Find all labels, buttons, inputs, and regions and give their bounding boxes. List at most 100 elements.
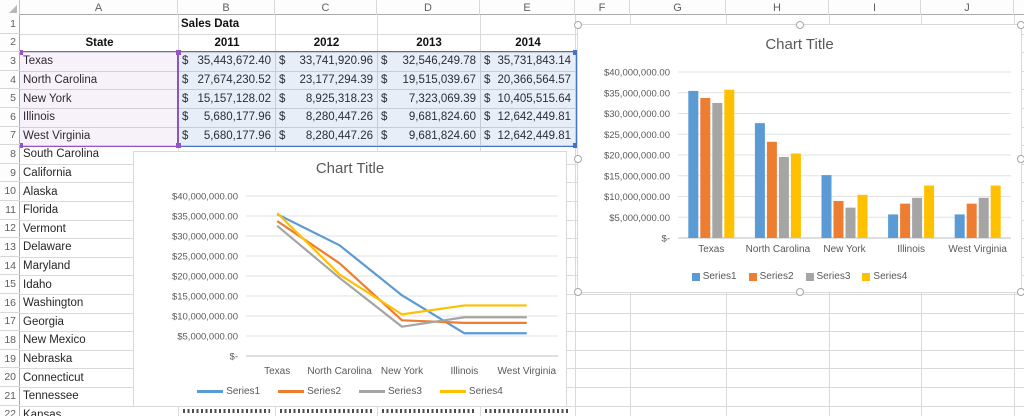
legend-swatch	[440, 390, 466, 393]
cell-E2[interactable]: 2014	[480, 34, 576, 53]
chart-resize-handle[interactable]	[1017, 288, 1024, 296]
line-chart[interactable]: Chart Title $-$5,000,000.00$10,000,000.0…	[133, 151, 567, 407]
x-category-label: New York	[823, 244, 866, 255]
bar-Series4-North Carolina[interactable]	[791, 153, 801, 238]
bar-Series2-New York[interactable]	[834, 201, 844, 238]
cell-C2[interactable]: 2012	[275, 34, 378, 53]
row-header-7[interactable]: 7	[0, 127, 20, 146]
legend-item-Series2[interactable]: Series2	[749, 271, 794, 282]
chart-title[interactable]: Chart Title	[134, 160, 566, 177]
chart-resize-handle[interactable]	[796, 21, 804, 29]
bar-chart[interactable]: Chart Title $-$5,000,000.00$10,000,000.0…	[577, 24, 1022, 293]
bar-Series1-Texas[interactable]	[688, 91, 698, 238]
value-range-highlight	[177, 51, 577, 147]
row-header-21[interactable]: 21	[0, 387, 20, 406]
legend-item-Series1[interactable]: Series1	[692, 271, 737, 282]
bar-Series1-North Carolina[interactable]	[755, 123, 765, 238]
legend-item-Series4[interactable]: Series4	[862, 271, 907, 282]
bar-Series3-Illinois[interactable]	[912, 198, 922, 238]
y-tick-label: $25,000,000.00	[172, 252, 238, 263]
legend-label: Series3	[817, 271, 851, 282]
chart-resize-handle[interactable]	[574, 21, 582, 29]
bar-Series4-Texas[interactable]	[724, 90, 734, 238]
column-header-J[interactable]: J	[921, 0, 1014, 15]
cell-A2[interactable]: State	[20, 34, 179, 53]
bar-Series1-West Virginia[interactable]	[955, 214, 965, 238]
row-header-12[interactable]: 12	[0, 220, 20, 239]
series-line-Series4[interactable]	[277, 213, 527, 314]
legend-swatch	[806, 273, 814, 281]
row-header-8[interactable]: 8	[0, 145, 20, 164]
row-header-22[interactable]: 22	[0, 406, 20, 416]
legend-item-Series3[interactable]: Series3	[806, 271, 851, 282]
row-header-16[interactable]: 16	[0, 294, 20, 313]
legend-item-Series4[interactable]: Series4	[440, 386, 503, 397]
column-header-B[interactable]: B	[178, 0, 275, 15]
select-all-button[interactable]	[0, 0, 20, 15]
x-category-label: Texas	[264, 366, 290, 377]
bar-Series1-New York[interactable]	[822, 175, 832, 238]
column-header-G[interactable]: G	[630, 0, 726, 15]
row-header-5[interactable]: 5	[0, 89, 20, 108]
bar-Series3-Texas[interactable]	[712, 103, 722, 238]
y-tick-label: $-	[662, 234, 670, 245]
legend-label: Series3	[388, 386, 422, 397]
column-header-E[interactable]: E	[480, 0, 575, 15]
row-header-13[interactable]: 13	[0, 238, 20, 257]
chart-legend[interactable]: Series1 Series2 Series3 Series4	[134, 386, 566, 397]
row-header-17[interactable]: 17	[0, 313, 20, 332]
bar-chart-plot-area[interactable]: $-$5,000,000.00$10,000,000.00$15,000,000…	[578, 25, 1023, 294]
legend-label: Series2	[760, 271, 794, 282]
bar-Series1-Illinois[interactable]	[888, 214, 898, 238]
cell-D2[interactable]: 2013	[377, 34, 481, 53]
legend-item-Series3[interactable]: Series3	[359, 386, 422, 397]
chart-legend[interactable]: Series1 Series2 Series3 Series4	[578, 271, 1021, 282]
line-chart-plot-area[interactable]: $-$5,000,000.00$10,000,000.00$15,000,000…	[134, 152, 568, 408]
row-header-2[interactable]: 2	[0, 34, 20, 53]
chart-title[interactable]: Chart Title	[578, 36, 1021, 53]
chart-resize-handle[interactable]	[796, 288, 804, 296]
row-header-11[interactable]: 11	[0, 201, 20, 220]
row-header-1[interactable]: 1	[0, 15, 20, 34]
bar-Series2-West Virginia[interactable]	[967, 204, 977, 238]
row-header-19[interactable]: 19	[0, 350, 20, 369]
row-header-18[interactable]: 18	[0, 331, 20, 350]
bar-Series4-Illinois[interactable]	[924, 186, 934, 238]
bar-Series2-North Carolina[interactable]	[767, 142, 777, 238]
bar-Series3-West Virginia[interactable]	[979, 198, 989, 238]
row-header-9[interactable]: 9	[0, 164, 20, 183]
column-header-D[interactable]: D	[377, 0, 480, 15]
row-header-10[interactable]: 10	[0, 182, 20, 201]
y-tick-label: $40,000,000.00	[604, 68, 670, 79]
cell-B1[interactable]: Sales Data	[178, 15, 276, 34]
legend-item-Series1[interactable]: Series1	[197, 386, 260, 397]
cell-B2[interactable]: 2011	[178, 34, 276, 53]
y-tick-label: $-	[230, 352, 238, 363]
column-header-I[interactable]: I	[829, 0, 921, 15]
chart-resize-handle[interactable]	[1017, 21, 1024, 29]
legend-label: Series2	[307, 386, 341, 397]
column-header-C[interactable]: C	[275, 0, 377, 15]
range-fill-handle[interactable]	[176, 143, 181, 148]
column-header-H[interactable]: H	[726, 0, 829, 15]
row-header-4[interactable]: 4	[0, 71, 20, 90]
chart-resize-handle[interactable]	[574, 155, 582, 163]
bar-Series2-Texas[interactable]	[700, 98, 710, 238]
bar-Series4-New York[interactable]	[858, 195, 868, 238]
bar-Series4-West Virginia[interactable]	[991, 186, 1001, 238]
row-header-20[interactable]: 20	[0, 368, 20, 387]
x-category-label: North Carolina	[307, 366, 372, 377]
bar-Series3-New York[interactable]	[846, 208, 856, 238]
row-header-3[interactable]: 3	[0, 52, 20, 71]
chart-resize-handle[interactable]	[1017, 155, 1024, 163]
row-header-14[interactable]: 14	[0, 257, 20, 276]
row-header-15[interactable]: 15	[0, 275, 20, 294]
column-header-A[interactable]: A	[20, 0, 178, 15]
chart-resize-handle[interactable]	[574, 288, 582, 296]
bar-Series2-Illinois[interactable]	[900, 204, 910, 238]
bar-Series3-North Carolina[interactable]	[779, 157, 789, 238]
legend-item-Series2[interactable]: Series2	[278, 386, 341, 397]
row-header-6[interactable]: 6	[0, 108, 20, 127]
column-header-F[interactable]: F	[575, 0, 630, 15]
range-fill-handle[interactable]	[176, 50, 181, 55]
